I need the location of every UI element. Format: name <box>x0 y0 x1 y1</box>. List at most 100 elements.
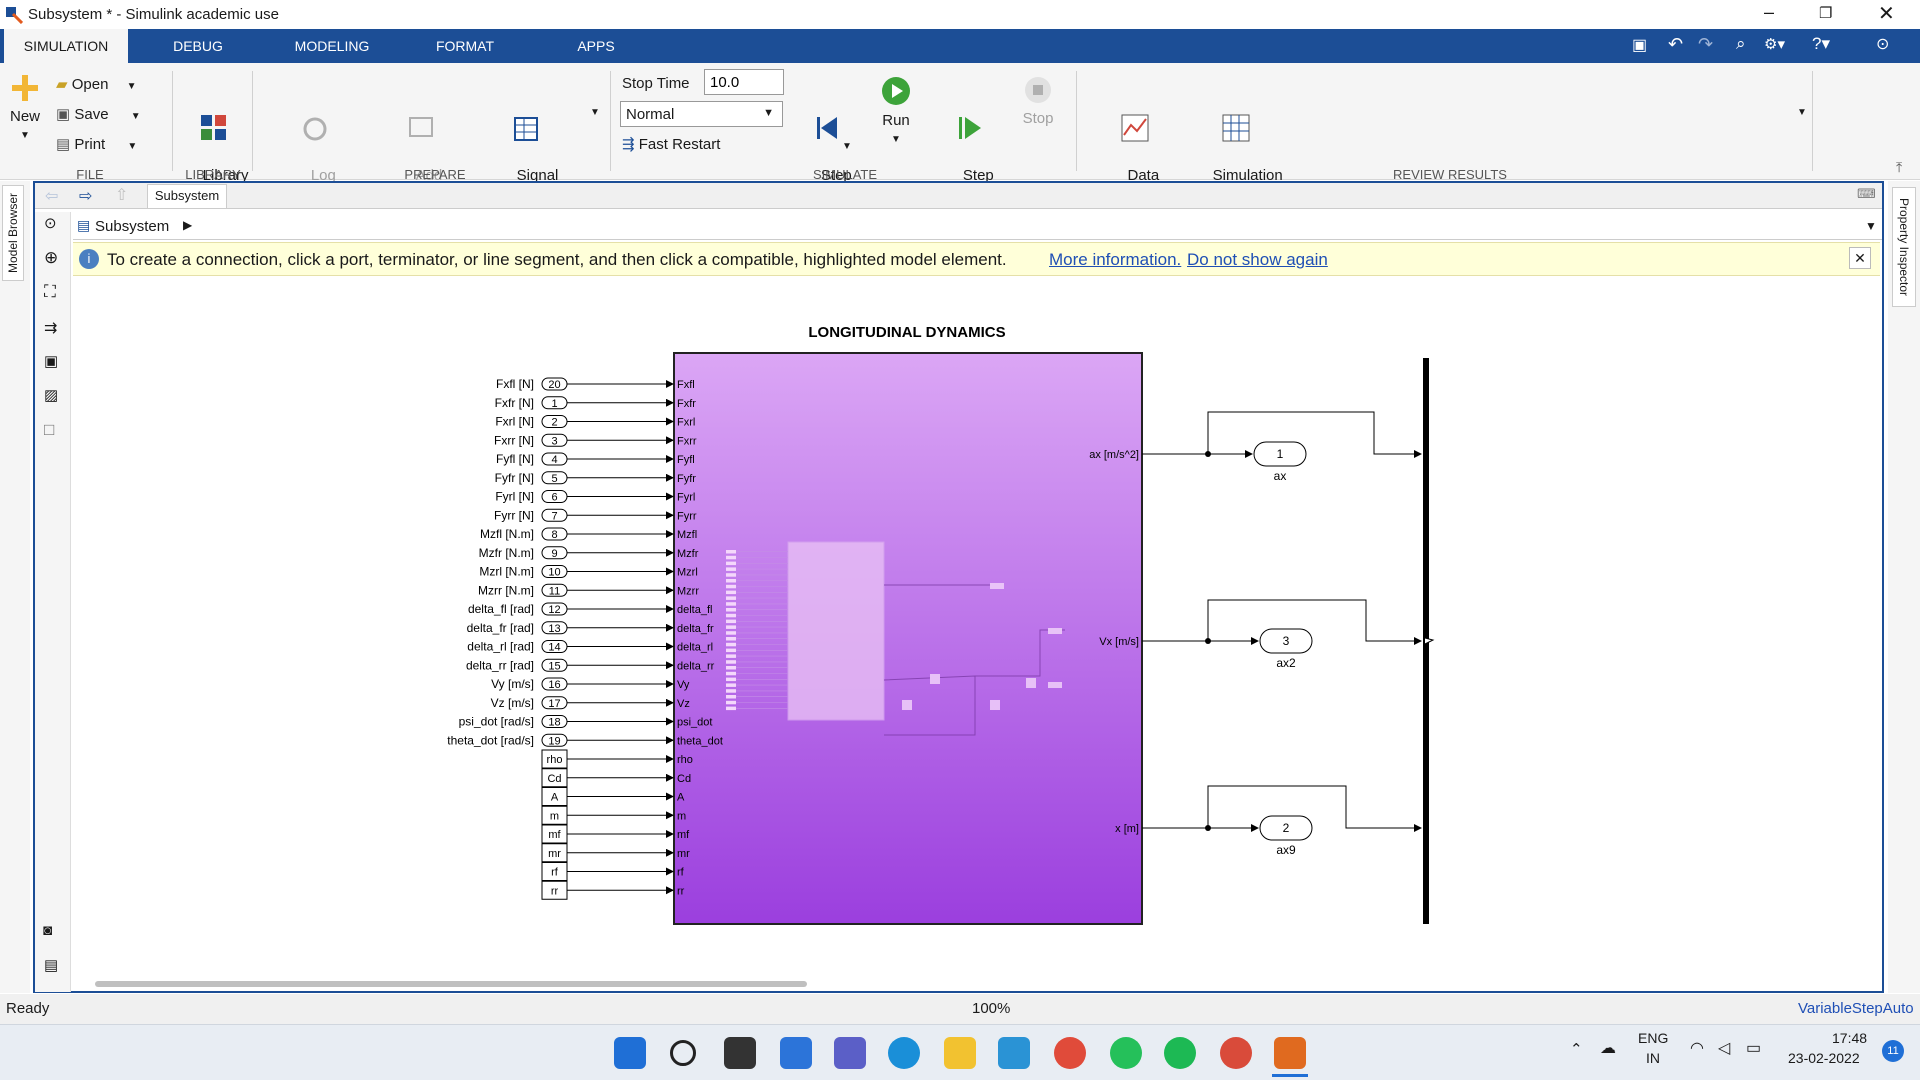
port-label: mr <box>677 848 690 860</box>
outport-number: 3 <box>1283 634 1290 648</box>
preview-port <box>726 584 736 589</box>
inport-label: Mzfl [N.m] <box>480 527 534 541</box>
inport-label: delta_rl [rad] <box>467 640 534 654</box>
onedrive-icon[interactable]: ☁ <box>1600 1038 1616 1058</box>
language-eng[interactable]: ENG <box>1638 1030 1668 1046</box>
battery-icon[interactable]: ▭ <box>1746 1038 1761 1058</box>
inport-number: 9 <box>551 548 557 560</box>
preview-port <box>726 561 736 566</box>
inport-label: Vz [m/s] <box>491 696 534 710</box>
status-ready: Ready <box>6 1000 50 1017</box>
inport-number: 2 <box>551 417 557 429</box>
port-label: rf <box>677 867 685 879</box>
inport-label: Fyrl [N] <box>495 490 534 504</box>
inport-label: Fyrr [N] <box>494 508 534 522</box>
bus-signal-line[interactable] <box>1207 785 1422 832</box>
port-label: delta_rl <box>677 642 713 654</box>
port-label: Cd <box>677 773 691 785</box>
inport-label: Fyfr [N] <box>495 471 534 485</box>
constant-label: mr <box>548 848 561 860</box>
preview-port <box>726 619 736 624</box>
preview-port <box>726 567 736 571</box>
widgets-icon[interactable] <box>780 1037 812 1069</box>
chrome-profile-icon[interactable] <box>1220 1037 1252 1069</box>
preview-port <box>726 573 736 577</box>
preview-port <box>726 590 736 595</box>
preview-port <box>726 660 736 664</box>
preview-port <box>726 579 736 583</box>
inport-label: delta_rr [rad] <box>466 658 534 672</box>
bus-signal-line[interactable] <box>1207 599 1422 645</box>
start-icon[interactable] <box>614 1037 646 1069</box>
inport-label: Fxrl [N] <box>495 415 534 429</box>
preview-port <box>726 654 736 658</box>
preview-port <box>726 695 736 699</box>
port-label: Fxfl <box>677 379 695 391</box>
preview-port <box>726 642 736 647</box>
port-label: Fyrr <box>677 510 697 522</box>
task-view-icon[interactable] <box>724 1037 756 1069</box>
constant-label: mf <box>548 829 561 841</box>
outport-number: 2 <box>1283 821 1290 835</box>
edge-icon[interactable] <box>888 1037 920 1069</box>
search-icon[interactable] <box>670 1040 696 1066</box>
preview-port <box>726 648 736 653</box>
inport-number: 20 <box>548 379 560 391</box>
outport-name: ax9 <box>1276 843 1296 857</box>
matlab-icon[interactable] <box>1274 1037 1306 1069</box>
inport-label: Mzfr [N.m] <box>479 546 534 560</box>
language-in[interactable]: IN <box>1646 1050 1660 1066</box>
inport-number: 14 <box>548 642 560 654</box>
port-label: theta_dot <box>677 735 723 747</box>
outport-label: ax [m/s^2] <box>1089 449 1139 461</box>
preview-port <box>726 602 736 606</box>
chrome-icon[interactable] <box>1054 1037 1086 1069</box>
inport-label: Fyfl [N] <box>496 452 534 466</box>
preview-port <box>726 700 736 705</box>
inport-number: 5 <box>551 473 557 485</box>
preview-port <box>726 550 736 554</box>
outport-label: x [m] <box>1115 823 1139 835</box>
active-app-indicator <box>1272 1074 1308 1077</box>
spotify-icon[interactable] <box>1164 1037 1196 1069</box>
outport-label: Vx [m/s] <box>1099 636 1139 648</box>
constant-label: m <box>550 810 559 822</box>
preview-port <box>726 677 736 682</box>
preview-port <box>726 637 736 641</box>
port-label: Fxrl <box>677 417 695 429</box>
whatsapp-icon[interactable] <box>1110 1037 1142 1069</box>
outport-number: 1 <box>1277 447 1284 461</box>
port-label: rr <box>677 885 685 897</box>
desktop-icon[interactable] <box>998 1037 1030 1069</box>
chat-icon[interactable] <box>834 1037 866 1069</box>
port-label: Fxrr <box>677 435 697 447</box>
inport-number: 17 <box>548 698 560 710</box>
inport-number: 10 <box>548 567 560 579</box>
bus-signal-line[interactable] <box>1207 411 1422 458</box>
inport-number: 7 <box>551 510 557 522</box>
port-label: rho <box>677 754 693 766</box>
preview-port <box>726 706 736 711</box>
solver-link[interactable]: VariableStepAuto <box>1798 1000 1914 1017</box>
preview-port <box>726 608 736 612</box>
file-explorer-icon[interactable] <box>944 1037 976 1069</box>
inport-label: Fxfl [N] <box>496 377 534 391</box>
constant-label: rho <box>547 754 563 766</box>
notification-badge[interactable]: 11 <box>1882 1040 1904 1062</box>
preview-port <box>726 689 736 693</box>
inport-number: 4 <box>551 454 557 466</box>
inport-label: delta_fr [rad] <box>467 621 534 635</box>
inport-label: Vy [m/s] <box>491 677 534 691</box>
clock-date[interactable]: 23-02-2022 <box>1788 1050 1860 1066</box>
inport-label: theta_dot [rad/s] <box>447 733 534 747</box>
inport-label: Mzrr [N.m] <box>478 583 534 597</box>
clock-time[interactable]: 17:48 <box>1832 1030 1867 1046</box>
inport-label: delta_fl [rad] <box>468 602 534 616</box>
preview-port <box>726 555 736 560</box>
inport-number: 15 <box>548 660 560 672</box>
wifi-icon[interactable]: ◠ <box>1690 1038 1704 1058</box>
port-label: mf <box>677 829 690 841</box>
chevron-up-icon[interactable]: ⌃ <box>1570 1040 1583 1058</box>
port-label: Mzrr <box>677 585 699 597</box>
volume-icon[interactable]: ◁ <box>1718 1038 1730 1058</box>
